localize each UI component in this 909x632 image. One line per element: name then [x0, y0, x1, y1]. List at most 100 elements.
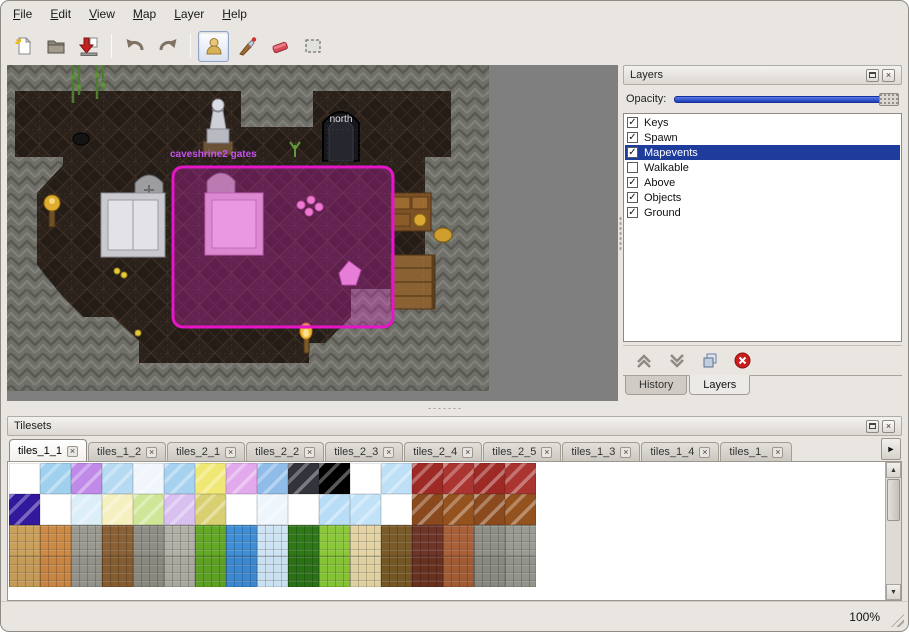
palette-tile[interactable]	[133, 556, 164, 587]
palette-tile[interactable]	[164, 556, 195, 587]
palette-tile[interactable]	[505, 525, 536, 556]
layer-visibility-checkbox[interactable]: ✓	[627, 132, 638, 143]
select-rect-tool-button[interactable]	[297, 31, 328, 62]
palette-tile[interactable]	[350, 525, 381, 556]
palette-tile[interactable]	[288, 525, 319, 556]
tileset-tab-close-button[interactable]: ×	[620, 447, 631, 458]
tileset-tab-close-button[interactable]: ×	[67, 446, 78, 457]
opacity-slider-handle[interactable]	[879, 93, 899, 106]
palette-tile[interactable]	[133, 525, 164, 556]
new-file-button[interactable]	[7, 31, 38, 62]
tileset-tab-close-button[interactable]: ×	[383, 447, 394, 458]
palette-tile[interactable]	[319, 463, 350, 494]
palette-tile[interactable]	[9, 525, 40, 556]
palette-tile[interactable]	[71, 463, 102, 494]
palette-tile[interactable]	[381, 556, 412, 587]
tileset-tab-close-button[interactable]: ×	[462, 447, 473, 458]
float-panel-button[interactable]	[866, 69, 879, 82]
tileset-tab-tiles_1_4[interactable]: tiles_1_4×	[641, 442, 719, 461]
palette-tile[interactable]	[381, 494, 412, 525]
layer-visibility-checkbox[interactable]: ✓	[627, 117, 638, 128]
tileset-tab-close-button[interactable]: ×	[541, 447, 552, 458]
close-panel-button[interactable]: ×	[882, 69, 895, 82]
palette-tile[interactable]	[412, 525, 443, 556]
palette-tile[interactable]	[164, 525, 195, 556]
palette-tile[interactable]	[71, 556, 102, 587]
palette-tile[interactable]	[443, 463, 474, 494]
palette-tile[interactable]	[319, 556, 350, 587]
palette-tile[interactable]	[257, 556, 288, 587]
palette-tile[interactable]	[40, 463, 71, 494]
menu-layer[interactable]: Layer	[166, 4, 212, 24]
undo-button[interactable]	[119, 31, 150, 62]
lower-layer-button[interactable]	[668, 353, 686, 369]
palette-tile[interactable]	[443, 525, 474, 556]
palette-tile[interactable]	[288, 463, 319, 494]
layer-row-spawn[interactable]: ✓Spawn	[625, 130, 900, 145]
map-selection[interactable]	[173, 167, 393, 327]
layer-row-keys[interactable]: ✓Keys	[625, 115, 900, 130]
palette-tile[interactable]	[288, 556, 319, 587]
layer-visibility-checkbox[interactable]: ✓	[627, 177, 638, 188]
tileset-tab-close-button[interactable]: ×	[699, 447, 710, 458]
tileset-tab-close-button[interactable]: ×	[772, 447, 783, 458]
dock-tab-history[interactable]: History	[625, 376, 687, 395]
menu-map[interactable]: Map	[125, 4, 164, 24]
palette-tile[interactable]	[474, 494, 505, 525]
vertical-splitter[interactable]	[618, 65, 623, 401]
tileset-tab-tiles_1_3[interactable]: tiles_1_3×	[562, 442, 640, 461]
eraser-tool-button[interactable]	[264, 31, 295, 62]
palette-tile[interactable]	[164, 494, 195, 525]
palette-tile[interactable]	[40, 494, 71, 525]
palette-tile[interactable]	[226, 556, 257, 587]
layer-visibility-checkbox[interactable]: ✓	[627, 192, 638, 203]
scrollbar-thumb[interactable]	[887, 479, 900, 521]
resize-grip[interactable]	[891, 614, 904, 627]
scroll-up-button[interactable]: ▲	[886, 462, 901, 478]
palette-tile[interactable]	[412, 494, 443, 525]
save-button[interactable]	[73, 31, 104, 62]
paint-tool-button[interactable]	[231, 31, 262, 62]
palette-tile[interactable]	[164, 463, 195, 494]
tileset-palette[interactable]	[9, 463, 536, 587]
scrollbar-track[interactable]	[886, 478, 901, 584]
palette-tile[interactable]	[9, 556, 40, 587]
raise-layer-button[interactable]	[635, 353, 653, 369]
palette-tile[interactable]	[257, 525, 288, 556]
opacity-slider[interactable]	[674, 92, 899, 107]
palette-tile[interactable]	[474, 525, 505, 556]
palette-tile[interactable]	[350, 463, 381, 494]
palette-tile[interactable]	[319, 494, 350, 525]
palette-tile[interactable]	[40, 556, 71, 587]
delete-layer-button[interactable]	[734, 352, 751, 369]
palette-tile[interactable]	[102, 525, 133, 556]
layer-visibility-checkbox[interactable]: ✓	[627, 147, 638, 158]
palette-tile[interactable]	[288, 494, 319, 525]
palette-tile[interactable]	[226, 525, 257, 556]
tileset-tab-close-button[interactable]: ×	[225, 447, 236, 458]
tileset-tab-tiles_2_2[interactable]: tiles_2_2×	[246, 442, 324, 461]
map-canvas[interactable]: north caveshrine2 gates	[7, 65, 489, 391]
tileset-tab-tiles_2_3[interactable]: tiles_2_3×	[325, 442, 403, 461]
palette-tile[interactable]	[319, 525, 350, 556]
layer-row-objects[interactable]: ✓Objects	[625, 190, 900, 205]
tileset-tab-tiles_1_[interactable]: tiles_1_×	[720, 442, 792, 461]
layer-row-mapevents[interactable]: ✓Mapevents	[625, 145, 900, 160]
tileset-tab-tiles_2_4[interactable]: tiles_2_4×	[404, 442, 482, 461]
palette-tile[interactable]	[226, 463, 257, 494]
dock-tab-layers[interactable]: Layers	[689, 375, 750, 395]
palette-tile[interactable]	[9, 494, 40, 525]
palette-tile[interactable]	[195, 525, 226, 556]
tileset-tab-close-button[interactable]: ×	[146, 447, 157, 458]
palette-tile[interactable]	[195, 556, 226, 587]
palette-tile[interactable]	[474, 463, 505, 494]
palette-tile[interactable]	[133, 463, 164, 494]
palette-tile[interactable]	[381, 525, 412, 556]
palette-tile[interactable]	[474, 556, 505, 587]
palette-tile[interactable]	[505, 494, 536, 525]
menu-view[interactable]: View	[81, 4, 123, 24]
map-viewport[interactable]: north caveshrine2 gates	[7, 65, 618, 401]
layer-row-ground[interactable]: ✓Ground	[625, 205, 900, 220]
tab-scroll-right-button[interactable]: ►	[881, 438, 901, 460]
palette-tile[interactable]	[350, 494, 381, 525]
